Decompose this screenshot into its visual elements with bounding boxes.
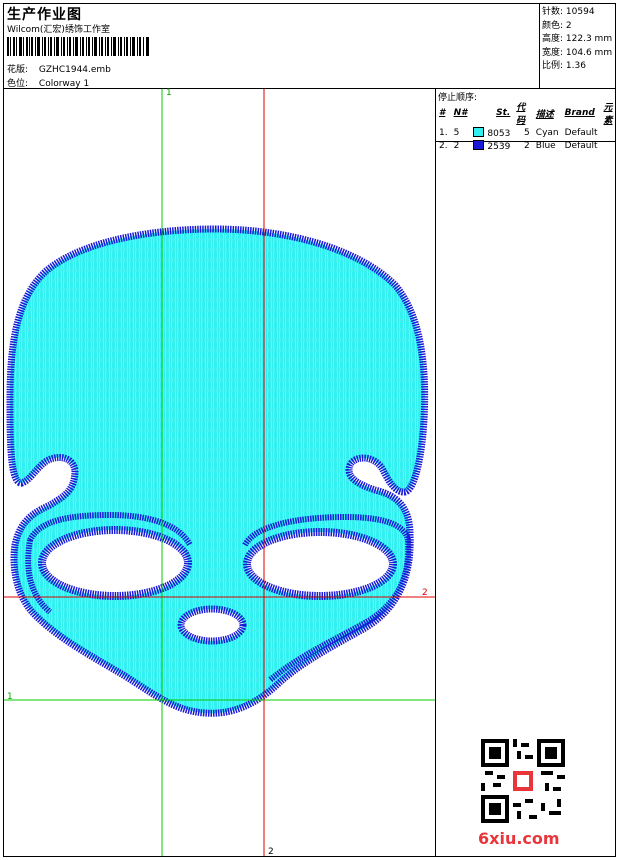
col-needle: N# — [453, 108, 468, 118]
row-desc: Cyan — [535, 127, 559, 138]
row-stitches-cell: 2539 — [470, 139, 513, 152]
sidebar-divider — [435, 88, 436, 857]
table-row: 1. 5 8053 5 Cyan Default — [436, 126, 620, 139]
width-label: 宽度: — [542, 47, 564, 58]
height-label: 高度: — [542, 34, 564, 44]
row-stitches-cell: 8053 — [470, 126, 513, 139]
col-stitches: St. — [496, 108, 511, 118]
design-file-name: GZHC1944.emb — [38, 65, 111, 75]
design-file-row: 花版: GZHC1944.emb — [7, 62, 111, 75]
row-num: 1. — [439, 127, 448, 138]
width-value: 104.6 mm — [565, 47, 613, 58]
right-eye — [243, 528, 397, 600]
row-stitches: 8053 — [487, 128, 511, 139]
qr-code — [481, 739, 565, 823]
green-axis-label-left: 1 — [7, 692, 13, 702]
colorway-label: 色位: — [7, 79, 29, 89]
col-brand: Brand — [564, 108, 595, 118]
stats-panel: 针数: 10594 颜色: 2 高度: 122.3 mm 宽度: 104.6 m… — [542, 6, 612, 74]
page-title: 生产作业图 — [7, 7, 82, 23]
watermark-text: 6xiu.com — [478, 829, 560, 848]
stop-sequence-table: # N# St. 代码 描述 Brand 元素 1. 5 8053 5 Cyan… — [436, 100, 620, 152]
row-element — [601, 139, 620, 152]
col-element: 元素 — [603, 103, 613, 126]
col-desc: 描述 — [535, 109, 554, 120]
col-num: # — [439, 108, 446, 118]
row-brand: Default — [564, 140, 598, 151]
barcode — [7, 37, 149, 56]
row-needle: 2 — [453, 140, 460, 151]
row-num: 2. — [439, 140, 448, 151]
embroidery-design-canvas — [4, 89, 435, 856]
row-code: 2 — [524, 140, 530, 151]
color-swatch-cyan — [473, 126, 485, 137]
stitches-label: 针数: — [542, 7, 564, 17]
table-row: 2. 2 2539 2 Blue Default — [436, 139, 620, 152]
colorway-row: 色位: Colorway 1 — [7, 76, 89, 89]
scale-label: 比例: — [542, 61, 564, 71]
red-axis-label-right: 2 — [422, 588, 428, 598]
height-value: 122.3 mm — [565, 34, 613, 44]
scale-value: 1.36 — [565, 61, 586, 71]
row-element — [601, 126, 620, 139]
colors-label: 颜色: — [542, 20, 564, 31]
left-eye — [38, 526, 192, 600]
col-code: 代码 — [516, 103, 526, 126]
colors-value: 2 — [565, 20, 572, 31]
header-stats-divider — [539, 3, 540, 88]
row-desc: Blue — [535, 140, 556, 151]
company-name: Wilcom(汇宏)绣饰工作室 — [7, 25, 110, 35]
row-code: 5 — [524, 127, 530, 138]
green-axis-label-top: 1 — [166, 88, 172, 98]
color-swatch-blue — [473, 139, 485, 150]
row-stitches: 2539 — [487, 141, 511, 152]
colorway-name: Colorway 1 — [38, 79, 90, 89]
red-axis-label-bottom: 2 — [268, 847, 274, 857]
design-file-label: 花版: — [7, 65, 29, 75]
row-needle: 5 — [453, 127, 460, 138]
stitches-value: 10594 — [565, 7, 595, 17]
nose — [177, 605, 247, 645]
row-brand: Default — [564, 127, 598, 138]
